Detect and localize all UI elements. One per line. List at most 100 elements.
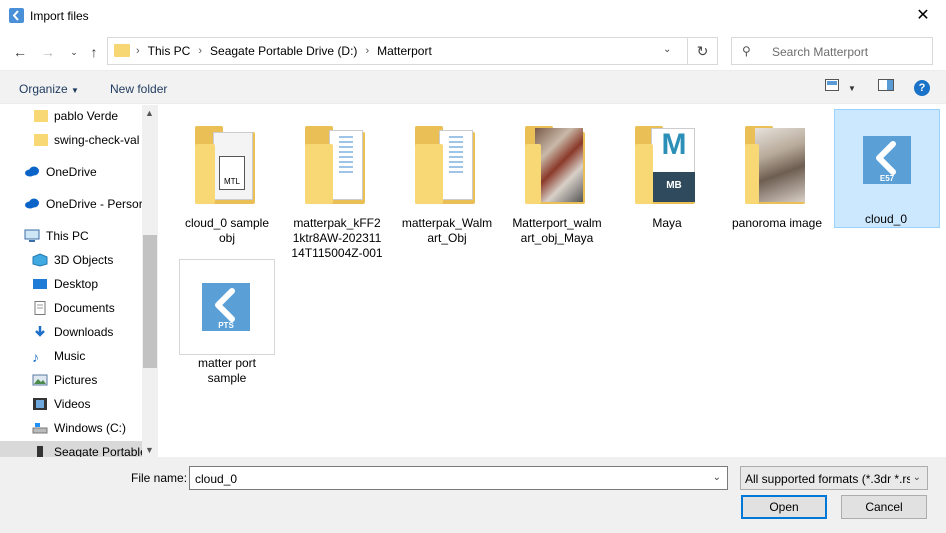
recent-locations-button[interactable]: ⌄ — [64, 42, 84, 62]
refresh-button[interactable]: ↻ — [688, 37, 718, 65]
up-button[interactable]: ↑ — [84, 42, 104, 62]
back-button[interactable]: ← — [10, 42, 30, 62]
file-label: Maya — [652, 216, 682, 230]
pts-badge: PTS — [218, 321, 234, 330]
document-icon — [32, 301, 48, 315]
navigation-pane: pablo Verde swing-check-val OneDrive One… — [0, 105, 158, 457]
breadcrumb-this-pc[interactable]: This PC — [148, 44, 191, 58]
file-item[interactable]: panoroma image — [729, 112, 825, 257]
change-view-button[interactable] — [825, 79, 839, 94]
maya-letter: M — [661, 128, 687, 161]
cancel-button[interactable]: Cancel — [841, 495, 927, 519]
address-bar[interactable]: › This PC › Seagate Portable Drive (D:) … — [107, 37, 688, 65]
folder-icon: M MB — [631, 122, 703, 206]
new-folder-button[interactable]: New folder — [110, 82, 167, 96]
view-dropdown-icon[interactable]: ▼ — [848, 84, 856, 93]
music-icon: ♪ — [32, 349, 39, 365]
filename-input[interactable]: cloud_0 ⌄ — [189, 466, 728, 490]
sidebar-item-onedrive-personal[interactable]: OneDrive - Persor — [0, 193, 142, 215]
sidebar-item-label: Videos — [54, 397, 91, 411]
scroll-down-icon[interactable]: ▼ — [145, 445, 154, 455]
sidebar-item-music[interactable]: ♪ Music — [0, 345, 142, 367]
sidebar-item-seagate[interactable]: Seagate Portable — [0, 441, 142, 457]
filename-dropdown-icon[interactable]: ⌄ — [713, 472, 721, 483]
refresh-icon: ↻ — [696, 42, 709, 59]
sidebar-item-onedrive[interactable]: OneDrive — [0, 161, 142, 183]
breadcrumb-matterport[interactable]: Matterport — [377, 44, 432, 58]
up-arrow-icon: ↑ — [90, 44, 98, 60]
filename-value: cloud_0 — [195, 472, 238, 486]
breadcrumb: › This PC › Seagate Portable Drive (D:) … — [136, 44, 432, 58]
folder-icon — [741, 122, 813, 206]
chevron-right-icon: › — [198, 45, 203, 57]
back-arrow-icon: ← — [13, 44, 27, 60]
file-item[interactable]: MTL cloud_0 sample obj — [179, 112, 275, 257]
forward-button[interactable]: → — [38, 42, 58, 62]
breadcrumb-drive[interactable]: Seagate Portable Drive (D:) — [210, 44, 357, 58]
sidebar-item-swing-check[interactable]: swing-check-val — [0, 129, 142, 151]
maya-badge: MB — [653, 172, 695, 202]
folder-icon — [521, 122, 593, 206]
sidebar-item-label: Music — [54, 349, 86, 363]
sidebar-item-this-pc[interactable]: This PC — [0, 225, 142, 247]
search-box[interactable]: ⚲ Search Matterport — [731, 37, 933, 65]
sidebar-item-label: Windows (C:) — [54, 421, 127, 435]
sidebar-item-label: 3D Objects — [54, 253, 114, 267]
file-list: MTL cloud_0 sample obj matterpak_kFF21kt… — [158, 105, 946, 457]
preview-pane-icon — [878, 79, 894, 91]
file-item[interactable]: matterpak_kFF21ktr8AW-20231114T115004Z-0… — [289, 112, 385, 260]
sidebar-item-label: This PC — [46, 229, 89, 243]
help-icon: ? — [918, 82, 926, 94]
preview-pane-button[interactable] — [878, 79, 894, 94]
cube-icon — [32, 253, 48, 267]
computer-icon — [24, 229, 40, 243]
organize-button[interactable]: Organize ▼ — [19, 82, 79, 96]
sidebar-item-label: Desktop — [54, 277, 99, 291]
scroll-up-icon[interactable]: ▲ — [145, 108, 154, 118]
file-label: matterpak_kFF21ktr8AW-20231114T115004Z-0… — [291, 216, 383, 260]
sidebar-item-label: OneDrive — [46, 165, 97, 179]
cloud-icon — [24, 165, 40, 179]
sidebar-item-label: Documents — [54, 301, 115, 315]
sidebar-scrollbar[interactable]: ▲ ▼ — [142, 105, 158, 457]
sidebar-item-downloads[interactable]: Downloads — [0, 321, 142, 343]
command-bar: Organize ▼ New folder ▼ ? — [0, 70, 946, 104]
file-item[interactable]: M MB Maya — [619, 112, 715, 257]
sidebar-item-videos[interactable]: Videos — [0, 393, 142, 415]
file-label: matter port sample — [197, 356, 257, 385]
file-type-select[interactable]: All supported formats (*.3dr *.rs ⌄ — [740, 466, 928, 490]
file-item[interactable]: matterpak_Walmart_Obj — [399, 112, 495, 257]
sidebar-item-label: swing-check-val — [54, 133, 140, 147]
file-item[interactable]: PTS matter port sample — [179, 259, 275, 404]
dialog-footer: File name: cloud_0 ⌄ All supported forma… — [0, 457, 946, 533]
app-icon — [9, 8, 24, 23]
window-title: Import files — [30, 9, 89, 23]
sidebar-item-pictures[interactable]: Pictures — [0, 369, 142, 391]
help-button[interactable]: ? — [914, 80, 930, 96]
folder-icon — [411, 122, 483, 206]
folder-icon — [301, 122, 373, 206]
file-item-selected[interactable]: E57 cloud_0 — [834, 109, 940, 228]
sidebar-item-documents[interactable]: Documents — [0, 297, 142, 319]
file-type-value: All supported formats (*.3dr *.rs — [745, 472, 913, 486]
sidebar-item-3d-objects[interactable]: 3D Objects — [0, 249, 142, 271]
address-dropdown-icon[interactable]: ⌄ — [663, 44, 671, 55]
filename-label: File name: — [131, 471, 188, 485]
pictures-icon — [32, 373, 48, 387]
file-label: panoroma image — [731, 216, 823, 230]
view-icon — [825, 79, 839, 91]
file-type-dropdown-icon: ⌄ — [909, 472, 921, 483]
close-button[interactable]: ✕ — [900, 0, 946, 30]
drive-icon — [32, 445, 48, 457]
sidebar-item-windows-c[interactable]: Windows (C:) — [0, 417, 142, 439]
sidebar-item-label: pablo Verde — [54, 109, 119, 123]
sidebar-item-pablo-verde[interactable]: pablo Verde — [0, 105, 142, 127]
sidebar-item-desktop[interactable]: Desktop — [0, 273, 142, 295]
open-button[interactable]: Open — [741, 495, 827, 519]
sidebar-item-label: Seagate Portable — [54, 445, 142, 457]
scrollbar-thumb[interactable] — [143, 235, 157, 368]
chevron-down-icon: ⌄ — [70, 46, 78, 57]
file-item[interactable]: Matterport_walmart_obj_Maya — [509, 112, 605, 257]
drive-icon — [32, 421, 48, 435]
title-bar: Import files ✕ — [0, 0, 946, 32]
